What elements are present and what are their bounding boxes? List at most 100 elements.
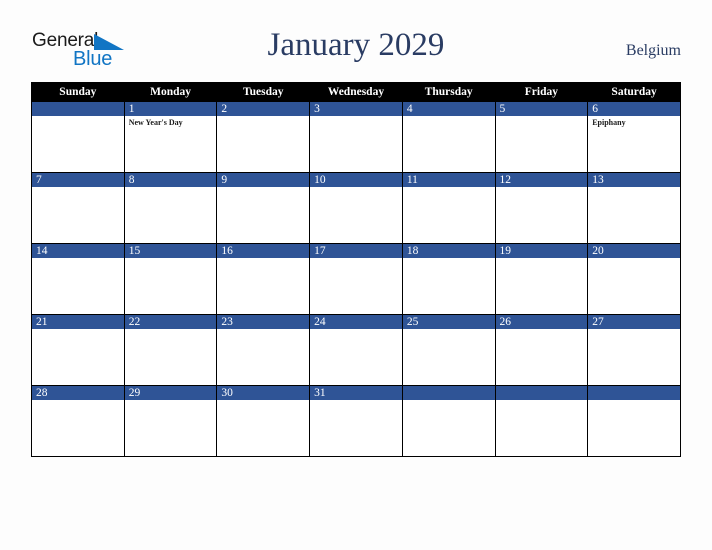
calendar-page: General Blue January 2029 Belgium Sunday… [0,0,712,550]
calendar-day-cell[interactable] [401,385,496,457]
weekday-header-wednesday: Wednesday [309,82,403,102]
day-events: Epiphany [588,116,680,128]
weekday-header-friday: Friday [494,82,589,102]
calendar-day-cell[interactable]: 13 [587,172,681,244]
day-number: 13 [588,173,680,187]
calendar-day-cell[interactable]: 7 [31,172,125,244]
page-header: General Blue January 2029 Belgium [0,0,712,82]
day-events [217,258,309,260]
day-number: 12 [495,173,588,187]
day-events [32,400,124,402]
day-number: 10 [310,173,402,187]
country-label: Belgium [625,42,681,59]
day-number: 6 [588,102,680,116]
day-number: 9 [217,173,310,187]
calendar-day-cell[interactable]: 29 [123,385,218,457]
day-events [403,258,495,260]
day-events [496,258,588,260]
day-number: 5 [495,102,588,116]
weekday-header-sunday: Sunday [31,82,125,102]
calendar-day-cell[interactable]: 12 [494,172,589,244]
calendar-day-cell[interactable]: 20 [587,243,681,315]
calendar-day-cell[interactable]: 9 [216,172,311,244]
calendar-day-cell[interactable]: 17 [309,243,403,315]
day-number: 18 [402,244,495,258]
day-number: 19 [495,244,588,258]
day-events [588,258,680,260]
day-number: 24 [310,315,402,329]
day-events [32,187,124,189]
day-events [403,329,495,331]
calendar-day-cell[interactable] [31,101,125,173]
calendar-day-cell[interactable]: 4 [401,101,496,173]
weekday-header-row: Sunday Monday Tuesday Wednesday Thursday… [31,82,681,102]
day-events [496,329,588,331]
calendar-day-cell[interactable]: 18 [401,243,496,315]
calendar-day-cell[interactable]: 1 New Year's Day [123,101,218,173]
calendar-day-cell[interactable]: 24 [309,314,403,386]
day-number: 28 [32,386,124,400]
day-events [496,187,588,189]
calendar-grid: Sunday Monday Tuesday Wednesday Thursday… [31,82,681,457]
weekday-header-monday: Monday [123,82,218,102]
calendar-day-cell[interactable]: 26 [494,314,589,386]
day-events [310,116,402,118]
day-events [217,116,309,118]
calendar-day-cell[interactable]: 5 [494,101,589,173]
day-number: 30 [217,386,310,400]
day-number [32,102,124,116]
calendar-day-cell[interactable] [587,385,681,457]
calendar-day-cell[interactable]: 28 [31,385,125,457]
calendar-week-row: 14 15 16 17 18 19 20 [31,243,681,315]
calendar-day-cell[interactable]: 6 Epiphany [587,101,681,173]
day-number: 26 [495,315,588,329]
calendar-day-cell[interactable]: 25 [401,314,496,386]
calendar-day-cell[interactable]: 19 [494,243,589,315]
day-events [403,116,495,118]
calendar-day-cell[interactable]: 30 [216,385,311,457]
calendar-day-cell[interactable]: 10 [309,172,403,244]
calendar-week-row: 7 8 9 10 11 12 13 [31,172,681,244]
day-events [588,400,680,402]
day-number [588,386,680,400]
calendar-day-cell[interactable]: 21 [31,314,125,386]
calendar-day-cell[interactable]: 23 [216,314,311,386]
day-events [125,400,217,402]
weekday-header-thursday: Thursday [401,82,496,102]
calendar-day-cell[interactable]: 15 [123,243,218,315]
calendar-day-cell[interactable] [494,385,589,457]
calendar-day-cell[interactable]: 11 [401,172,496,244]
calendar-day-cell[interactable]: 22 [123,314,218,386]
day-events [403,187,495,189]
day-events [496,116,588,118]
day-number: 3 [310,102,402,116]
day-number: 4 [402,102,495,116]
day-number: 20 [588,244,680,258]
day-events [310,187,402,189]
day-events [32,329,124,331]
calendar-day-cell[interactable]: 2 [216,101,311,173]
day-events: New Year's Day [125,116,217,128]
day-number [402,386,495,400]
day-number: 8 [124,173,217,187]
calendar-week-row: 28 29 30 31 [31,385,681,457]
calendar-day-cell[interactable]: 27 [587,314,681,386]
calendar-day-cell[interactable]: 8 [123,172,218,244]
calendar-day-cell[interactable]: 31 [309,385,403,457]
day-events [588,187,680,189]
day-events [125,329,217,331]
day-events [310,329,402,331]
calendar-day-cell[interactable]: 14 [31,243,125,315]
day-events [125,187,217,189]
event-label: Epiphany [592,118,626,127]
calendar-day-cell[interactable]: 16 [216,243,311,315]
day-number: 21 [32,315,124,329]
weekday-header-saturday: Saturday [587,82,681,102]
day-number: 29 [124,386,217,400]
calendar-day-cell[interactable]: 3 [309,101,403,173]
day-events [217,400,309,402]
calendar-week-row: 21 22 23 24 25 26 27 [31,314,681,386]
day-events [217,329,309,331]
day-events [310,258,402,260]
weekday-header-tuesday: Tuesday [216,82,311,102]
